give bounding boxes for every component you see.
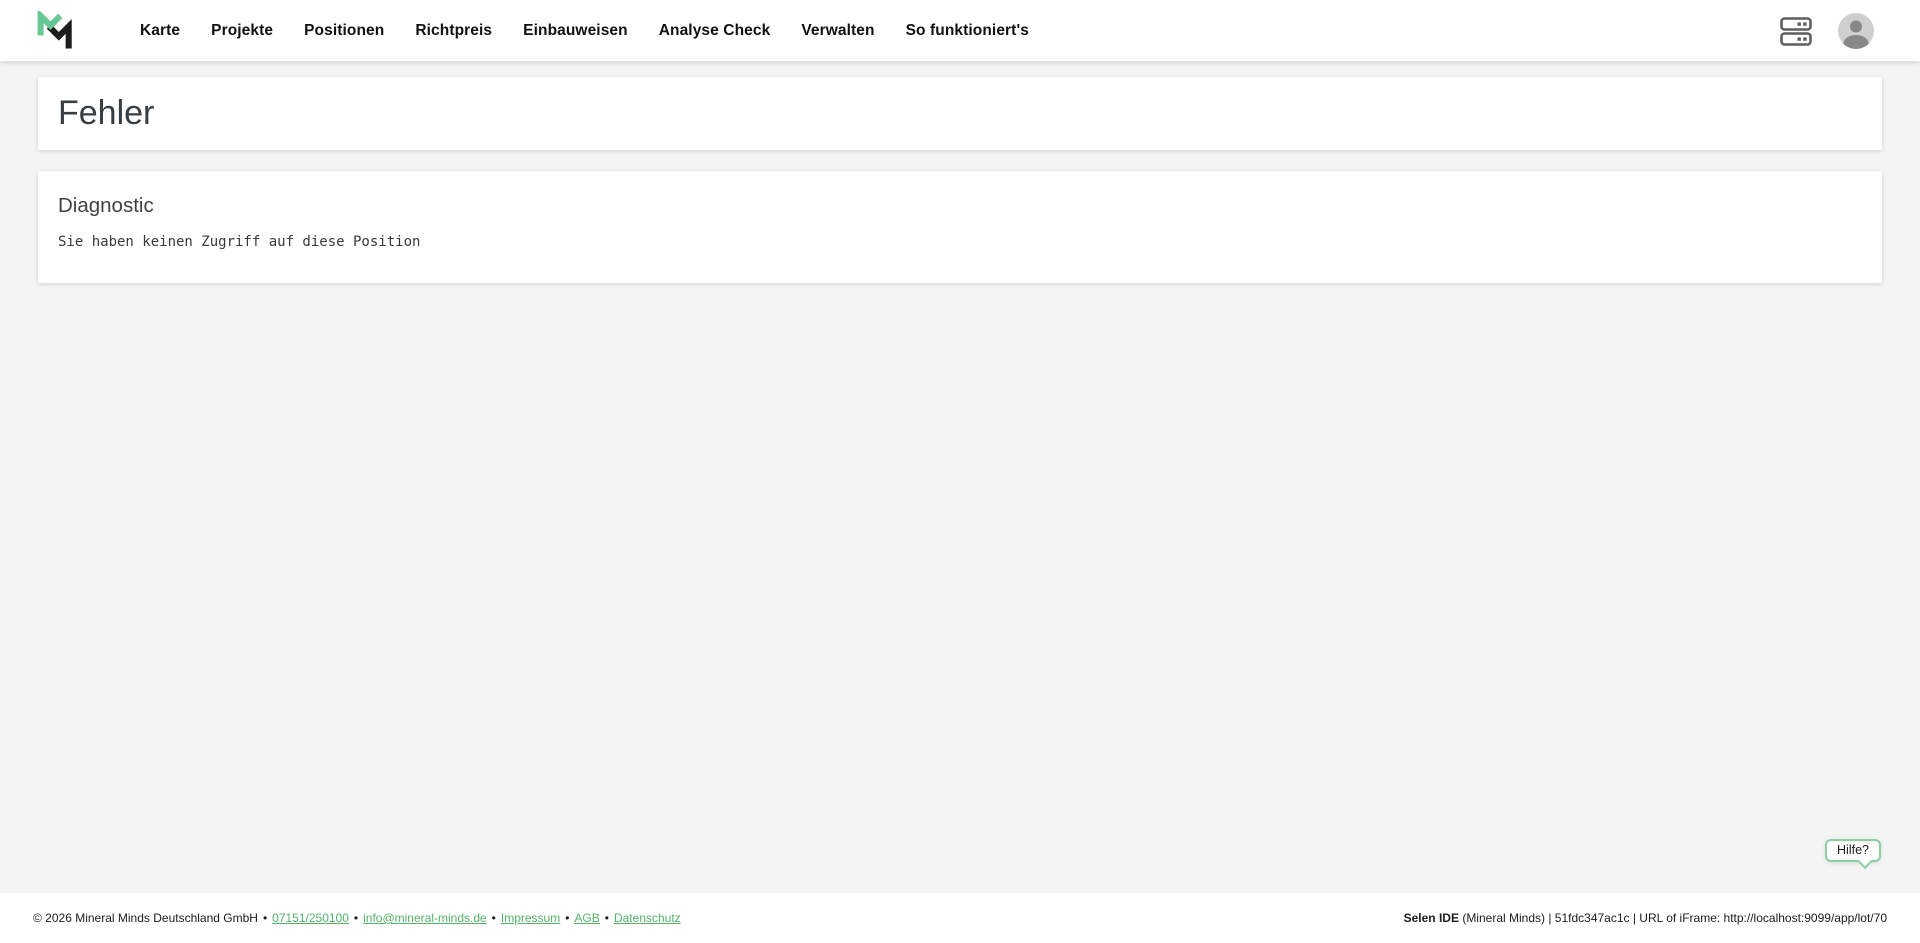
nav-item-einbauweisen[interactable]: Einbauweisen xyxy=(523,22,628,40)
footer-agb-link[interactable]: AGB xyxy=(574,911,599,925)
footer-impressum-link[interactable]: Impressum xyxy=(501,911,560,925)
footer-phone-link[interactable]: 07151/250100 xyxy=(272,911,349,925)
page-title: Fehler xyxy=(58,94,155,132)
diagnostic-heading: Diagnostic xyxy=(58,194,154,217)
nav-item-positionen[interactable]: Positionen xyxy=(304,22,384,40)
top-navbar: Karte Projekte Positionen Richtpreis Ein… xyxy=(0,0,1920,61)
nav-item-so-funktionierts[interactable]: So funktioniert's xyxy=(906,22,1029,40)
footer-separator: • xyxy=(491,911,496,925)
nav-item-richtpreis[interactable]: Richtpreis xyxy=(415,22,492,40)
help-button[interactable]: Hilfe? xyxy=(1825,839,1881,870)
main-content: Fehler Diagnostic Sie haben keinen Zugri… xyxy=(0,61,1920,893)
app-name: Selen IDE xyxy=(1403,911,1459,925)
footer-datenschutz-link[interactable]: Datenschutz xyxy=(614,911,681,925)
diagnostic-message: Sie haben keinen Zugriff auf diese Posit… xyxy=(58,234,421,250)
footer-right: Selen IDE (Mineral Minds) | 51fdc347ac1c… xyxy=(1404,911,1887,925)
error-title-card: Fehler xyxy=(38,77,1882,150)
mineral-minds-logo[interactable] xyxy=(36,10,74,51)
main-navigation: Karte Projekte Positionen Richtpreis Ein… xyxy=(140,22,1029,40)
user-avatar-icon[interactable] xyxy=(1838,12,1874,49)
nav-item-karte[interactable]: Karte xyxy=(140,22,180,40)
footer-separator: • xyxy=(353,911,359,925)
nav-item-analyse-check[interactable]: Analyse Check xyxy=(659,22,771,40)
footer-email-link[interactable]: info@mineral-minds.de xyxy=(363,911,487,925)
app-details: (Mineral Minds) | 51fdc347ac1c | URL of … xyxy=(1458,911,1887,925)
navbar-icons xyxy=(1780,12,1874,49)
footer-separator: • xyxy=(565,911,570,925)
diagnostic-card: Diagnostic Sie haben keinen Zugriff auf … xyxy=(38,171,1882,283)
copyright-text: © 2026 Mineral Minds Deutschland GmbH xyxy=(33,911,258,925)
logo-m-icon xyxy=(37,10,72,48)
footer-separator: • xyxy=(262,911,268,925)
footer-separator: • xyxy=(604,911,609,925)
footer-left: © 2026 Mineral Minds Deutschland GmbH • … xyxy=(33,911,681,925)
storage-icon[interactable] xyxy=(1780,14,1812,48)
nav-item-projekte[interactable]: Projekte xyxy=(211,22,273,40)
nav-item-verwalten[interactable]: Verwalten xyxy=(801,22,874,40)
footer: © 2026 Mineral Minds Deutschland GmbH • … xyxy=(0,893,1920,943)
